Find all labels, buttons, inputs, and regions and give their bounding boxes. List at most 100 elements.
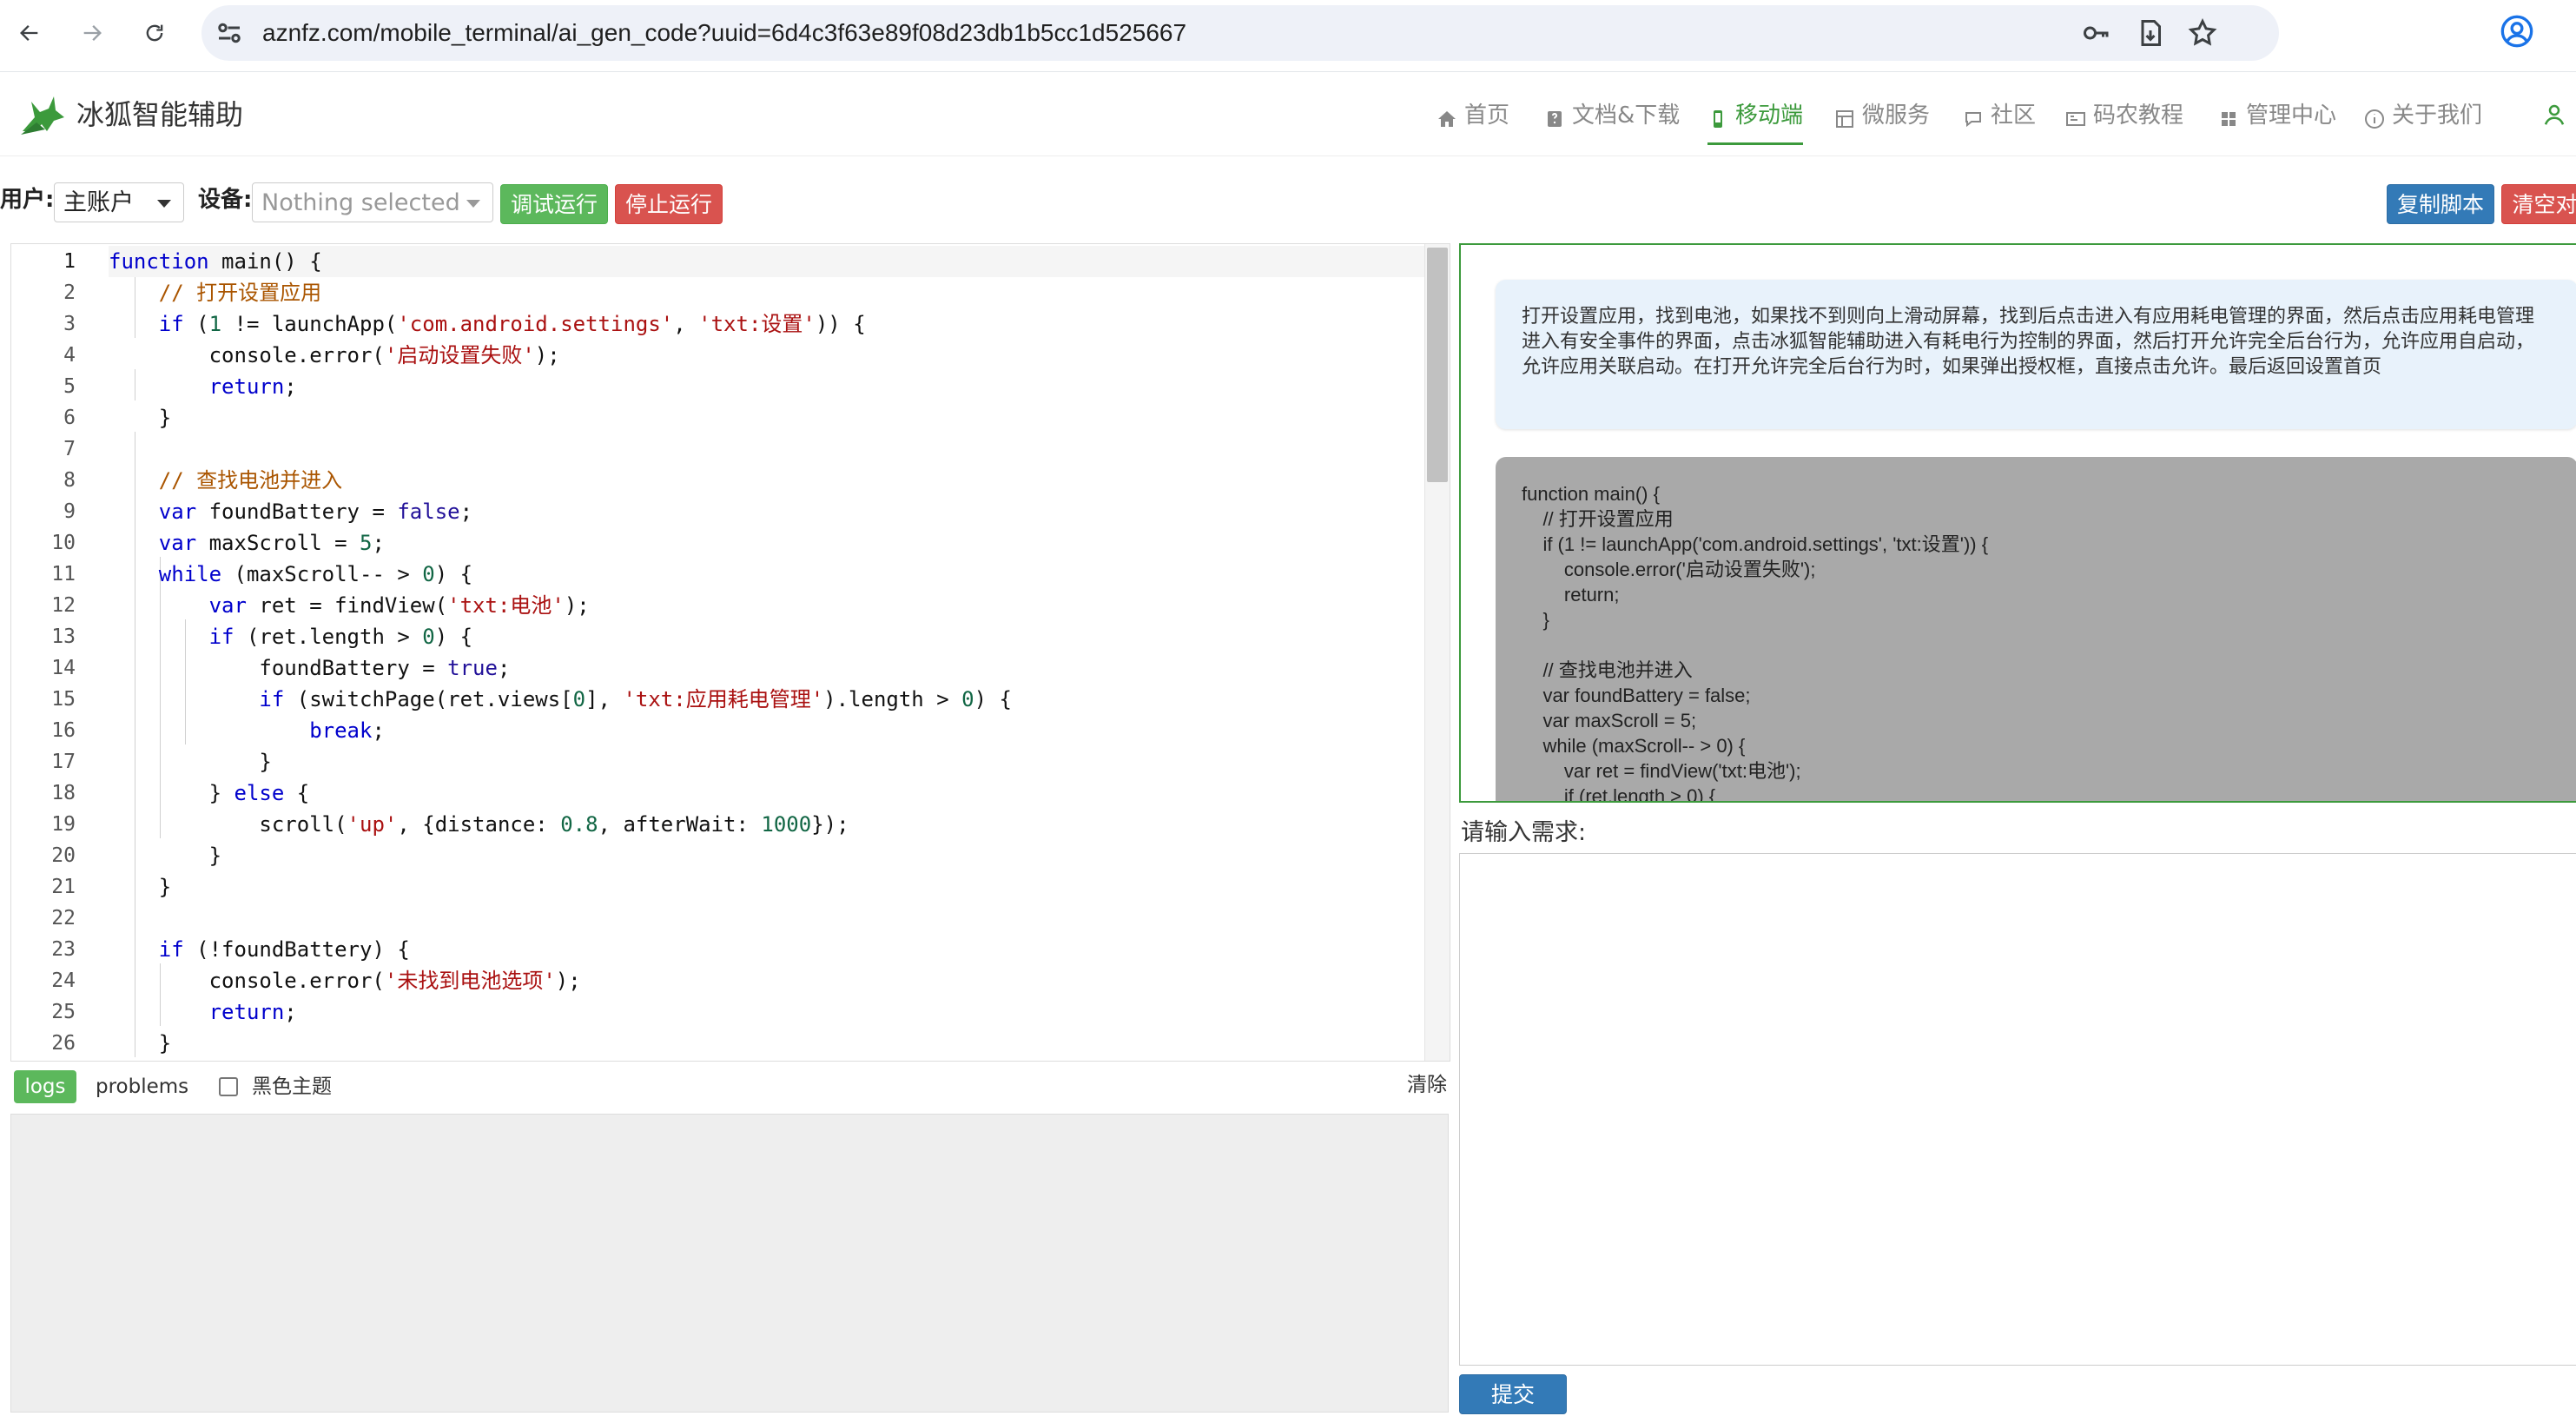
line-number: 12 [51, 594, 76, 617]
user-select-value: 主账户 [63, 189, 134, 216]
editor-scrollbar[interactable] [1424, 244, 1450, 1061]
stop-run-button[interactable]: 停止运行 [615, 184, 723, 224]
site-header: 冰狐智能辅助 首页 文档&下载 移动端 微服务 社区 码农教程 管理中心 关于我… [0, 72, 2576, 156]
copy-script-button[interactable]: 复制脚本 [2387, 184, 2494, 224]
code-line[interactable]: var maxScroll = 5; [109, 527, 385, 559]
code-line[interactable]: return; [109, 996, 297, 1028]
nav-tutorial-label: 码农教程 [2093, 103, 2184, 129]
forward-arrow-icon[interactable] [75, 16, 109, 50]
dark-theme-label[interactable]: 黑色主题 [252, 1070, 332, 1103]
code-line[interactable]: while (maxScroll-- > 0) { [109, 559, 472, 590]
reload-icon[interactable] [137, 16, 172, 50]
line-number: 14 [51, 657, 76, 679]
code-line[interactable]: if (switchPage(ret.views[0], 'txt:应用耗电管理… [109, 684, 1012, 715]
line-number: 21 [51, 876, 76, 898]
user-message-bubble: 打开设置应用，找到电池，如果找不到则向上滑动屏幕，找到后点击进入有应用耗电管理的… [1496, 280, 2576, 429]
code-line[interactable]: break; [109, 715, 385, 746]
code-line[interactable]: scroll('up', {distance: 0.8, afterWait: … [109, 809, 849, 840]
chevron-down-icon [157, 200, 171, 208]
code-line[interactable]: } [109, 1028, 171, 1059]
tab-logs[interactable]: logs [14, 1070, 76, 1103]
code-editor[interactable]: 1 2 3 4 5 6 7 8 9 10 11 12 13 14 15 16 17 18 19 20 21 22 23 24 2… [10, 243, 1450, 1062]
code-line[interactable]: if (ret.length > 0) { [109, 621, 472, 652]
device-select[interactable]: Nothing selected [252, 182, 493, 222]
ai-chat-panel[interactable]: 打开设置应用，找到电池，如果找不到则向上滑动屏幕，找到后点击进入有应用耗电管理的… [1459, 243, 2576, 803]
nav-home-label: 首页 [1464, 103, 1510, 129]
install-page-icon[interactable] [2135, 17, 2166, 49]
code-line[interactable]: } else { [109, 777, 310, 809]
fox-logo-icon[interactable] [19, 91, 68, 136]
code-line[interactable]: foundBattery = true; [109, 652, 510, 684]
nav-about-label: 关于我们 [2392, 103, 2483, 129]
code-line[interactable]: // 打开设置应用 [109, 277, 321, 308]
code-line[interactable]: console.error('启动设置失败'); [109, 340, 560, 371]
line-number: 15 [51, 688, 76, 711]
dark-theme-checkbox[interactable] [219, 1077, 238, 1096]
code-area[interactable]: function main() { // 打开设置应用 if (1 != lau… [109, 244, 1425, 1061]
code-line[interactable]: return; [109, 371, 297, 402]
line-number: 1 [63, 250, 76, 273]
line-number: 20 [51, 844, 76, 867]
url-path: /mobile_terminal/ai_gen_code?uuid=6d4c3f… [373, 19, 1187, 46]
line-number: 13 [51, 625, 76, 648]
user-icon[interactable] [2541, 102, 2567, 128]
nav-about[interactable]: 关于我们 [2364, 98, 2482, 133]
code-line[interactable]: console.error('未找到电池选项'); [109, 965, 581, 996]
request-input[interactable] [1459, 853, 2576, 1366]
nav-tutorial[interactable]: 码农教程 [2065, 98, 2183, 133]
clear-logs-button[interactable]: 清除 [1407, 1069, 1447, 1102]
site-brand-name[interactable]: 冰狐智能辅助 [76, 96, 243, 133]
bookmark-star-icon[interactable] [2187, 17, 2218, 49]
url-host: aznfz.com [262, 19, 373, 46]
editor-scrollbar-thumb[interactable] [1427, 248, 1448, 482]
address-bar[interactable]: aznfz.com/mobile_terminal/ai_gen_code?uu… [201, 5, 2279, 61]
browser-toolbar: aznfz.com/mobile_terminal/ai_gen_code?uu… [0, 0, 2576, 72]
clear-chat-button[interactable]: 清空对 [2501, 184, 2576, 224]
line-number: 10 [51, 532, 76, 554]
device-label: 设备: [198, 187, 253, 213]
code-line[interactable]: var ret = findView('txt:电池'); [109, 590, 590, 621]
back-arrow-icon[interactable] [12, 16, 47, 50]
nav-home[interactable]: 首页 [1437, 98, 1509, 133]
chevron-down-icon [466, 200, 480, 208]
line-number: 8 [63, 469, 76, 492]
grid-icon [2218, 105, 2239, 126]
line-number: 18 [51, 782, 76, 804]
log-output-pane[interactable] [10, 1114, 1449, 1413]
line-number: 19 [51, 813, 76, 836]
code-line[interactable]: if (1 != launchApp('com.android.settings… [109, 308, 866, 340]
site-settings-icon[interactable] [214, 17, 245, 49]
code-line[interactable]: var foundBattery = false; [109, 496, 472, 527]
line-number: 16 [51, 719, 76, 742]
line-number: 2 [63, 281, 76, 304]
nav-admin[interactable]: 管理中心 [2218, 98, 2336, 133]
nav-community-label: 社区 [1991, 103, 2037, 129]
code-line[interactable]: } [109, 402, 171, 433]
submit-button[interactable]: 提交 [1459, 1374, 1567, 1414]
request-label: 请输入需求: [1461, 819, 1587, 846]
nav-microservice[interactable]: 微服务 [1834, 98, 1930, 133]
line-number: 23 [51, 938, 76, 961]
url-text[interactable]: aznfz.com/mobile_terminal/ai_gen_code?uu… [262, 17, 1186, 49]
code-line[interactable]: function main() { [109, 246, 1425, 277]
line-number: 7 [63, 438, 76, 460]
line-number: 9 [63, 500, 76, 523]
nav-admin-label: 管理中心 [2246, 103, 2337, 129]
code-line[interactable]: } [109, 746, 271, 777]
debug-run-button[interactable]: 调试运行 [500, 184, 608, 224]
code-line[interactable]: } [109, 840, 221, 871]
nav-docs-download[interactable]: 文档&下载 [1544, 98, 1680, 133]
tab-problems[interactable]: problems [96, 1070, 188, 1103]
nav-community[interactable]: 社区 [1963, 98, 2036, 133]
code-line[interactable]: } [109, 871, 171, 903]
line-number: 5 [63, 375, 76, 398]
user-select[interactable]: 主账户 [54, 182, 184, 222]
key-icon[interactable] [2081, 17, 2112, 49]
device-select-value: Nothing selected [261, 189, 460, 216]
nav-mobile[interactable]: 移动端 [1707, 98, 1804, 145]
profile-avatar-icon[interactable] [2500, 14, 2534, 49]
code-line[interactable]: if (!foundBattery) { [109, 934, 410, 965]
code-line[interactable]: // 查找电池并进入 [109, 465, 342, 496]
line-number: 22 [51, 907, 76, 930]
line-number: 6 [63, 407, 76, 429]
